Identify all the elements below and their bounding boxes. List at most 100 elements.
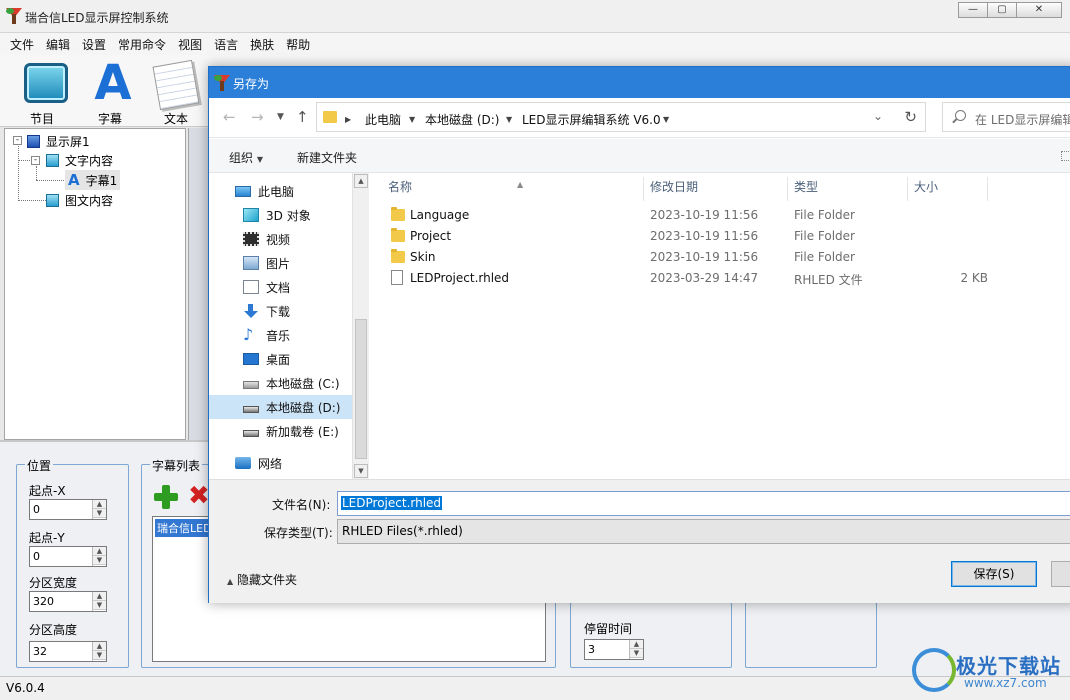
menu-language[interactable]: 语言 [208, 36, 244, 53]
chevron-down-icon[interactable]: ▼ [663, 111, 669, 125]
version-text: V6.0.4 [6, 681, 45, 695]
nav-item-videos[interactable]: 视频 [209, 227, 369, 251]
file-row[interactable]: Language 2023-10-19 11:56 File Folder [374, 205, 1070, 226]
dialog-title-bar: 另存为 [209, 67, 1070, 98]
height-stepper[interactable]: 32 ▲ ▼ [29, 641, 107, 662]
cancel-button[interactable] [1051, 561, 1070, 587]
scroll-thumb[interactable] [355, 319, 367, 459]
menu-settings[interactable]: 设置 [76, 36, 112, 53]
recent-dropdown-icon[interactable]: ▼ [277, 112, 284, 122]
spin-down-icon[interactable]: ▼ [93, 509, 106, 518]
nav-item-desktop[interactable]: 桌面 [209, 347, 369, 371]
back-arrow-icon[interactable]: ← [223, 108, 236, 126]
menu-bar: 文件 编辑 设置 常用命令 视图 语言 换肤 帮助 [0, 33, 1070, 55]
collapse-toggle[interactable]: - [31, 156, 40, 165]
menu-file[interactable]: 文件 [4, 36, 40, 53]
sort-up-icon: ▲ [517, 180, 524, 189]
nav-item-drive-d[interactable]: 本地磁盘 (D:) [209, 395, 369, 419]
nav-item-documents[interactable]: 文档 [209, 275, 369, 299]
save-button[interactable]: 保存(S) [951, 561, 1037, 587]
hide-folders-toggle[interactable]: ▲ 隐藏文件夹 [227, 571, 297, 588]
column-type[interactable]: 类型 [788, 177, 908, 201]
scroll-up-icon[interactable]: ▲ [354, 174, 368, 188]
tree-item-subtitle[interactable]: A 字幕1 [65, 170, 121, 190]
spin-down-icon[interactable]: ▼ [630, 649, 643, 658]
breadcrumb-this-pc[interactable]: 此电脑 [365, 111, 401, 128]
forward-arrow-icon[interactable]: → [251, 108, 264, 126]
column-size[interactable]: 大小 [908, 177, 988, 201]
spin-up-icon[interactable]: ▲ [93, 547, 106, 556]
nav-item-downloads[interactable]: 下载 [209, 299, 369, 323]
file-list: 名称 ▲ 修改日期 类型 大小 Language 2023-10-19 11:5… [374, 173, 1070, 479]
spin-up-icon[interactable]: ▲ [93, 642, 106, 651]
maximize-button[interactable]: ▢ [987, 2, 1017, 18]
filename-input[interactable]: LEDProject.rhled [337, 491, 1070, 516]
spin-up-icon[interactable]: ▲ [630, 640, 643, 649]
text-button[interactable]: 文本 [144, 57, 208, 126]
nav-item-this-pc[interactable]: 此电脑 [209, 179, 369, 203]
folder-icon [391, 249, 405, 263]
add-icon[interactable] [154, 485, 178, 509]
nav-item-drive-c[interactable]: 本地磁盘 (C:) [209, 371, 369, 395]
nav-item-drive-e[interactable]: 新加载卷 (E:) [209, 419, 369, 443]
width-stepper[interactable]: 320 ▲ ▼ [29, 591, 107, 612]
search-input[interactable]: 在 LED显示屏编辑 [942, 102, 1070, 132]
menu-edit[interactable]: 编辑 [40, 36, 76, 53]
menu-view[interactable]: 视图 [172, 36, 208, 53]
file-size: 2 KB [960, 271, 988, 285]
spin-up-icon[interactable]: ▲ [93, 500, 106, 509]
address-bar[interactable]: ▶ 此电脑 ▼ 本地磁盘 (D:) ▼ LED显示屏编辑系统 V6.0 ▼ ⌄ … [316, 102, 926, 132]
breadcrumb-folder[interactable]: LED显示屏编辑系统 V6.0 [522, 111, 661, 128]
nav-item-pictures[interactable]: 图片 [209, 251, 369, 275]
breadcrumb-drive-d[interactable]: 本地磁盘 (D:) [425, 111, 499, 128]
scroll-down-icon[interactable]: ▼ [354, 464, 368, 478]
video-icon [243, 232, 259, 246]
minimize-button[interactable]: — [958, 2, 988, 18]
new-folder-button[interactable]: 新建文件夹 [297, 149, 357, 166]
collapse-toggle[interactable]: - [13, 136, 22, 145]
refresh-icon[interactable]: ↻ [904, 108, 917, 126]
organize-button[interactable]: 组织 ▼ [229, 149, 263, 166]
nav-scrollbar[interactable]: ▲ ▼ [352, 173, 369, 479]
menu-help[interactable]: 帮助 [280, 36, 316, 53]
chevron-down-icon[interactable]: ▼ [409, 111, 415, 125]
spin-down-icon[interactable]: ▼ [93, 601, 106, 610]
nav-item-3d-objects[interactable]: 3D 对象 [209, 203, 369, 227]
column-name[interactable]: 名称 ▲ [382, 177, 644, 201]
start-x-stepper[interactable]: 0 ▲ ▼ [29, 499, 107, 520]
menu-common-commands[interactable]: 常用命令 [112, 36, 172, 53]
filetype-select[interactable]: RHLED Files(*.rhled) [337, 519, 1070, 544]
list-item[interactable]: 瑞合信LED [155, 519, 214, 537]
subtitle-list-title: 字幕列表 [150, 457, 203, 474]
view-options-icon[interactable] [1061, 151, 1070, 161]
tree-item-image-text[interactable]: 图文内容 [46, 190, 113, 210]
spin-up-icon[interactable]: ▲ [93, 592, 106, 601]
organize-label: 组织 [229, 151, 254, 165]
start-y-stepper[interactable]: 0 ▲ ▼ [29, 546, 107, 567]
close-button[interactable]: ✕ [1016, 2, 1062, 18]
chevron-down-icon[interactable]: ▶ [345, 111, 351, 125]
column-date[interactable]: 修改日期 [644, 177, 788, 201]
up-arrow-icon[interactable]: ↑ [296, 108, 309, 126]
program-button[interactable]: 节目 [10, 57, 74, 126]
stay-time-stepper[interactable]: 3 ▲ ▼ [584, 639, 644, 660]
program-label: 节目 [29, 112, 54, 126]
spin-down-icon[interactable]: ▼ [93, 556, 106, 565]
tree-item-screen[interactable]: 显示屏1 [27, 131, 90, 151]
file-row[interactable]: Skin 2023-10-19 11:56 File Folder [374, 247, 1070, 268]
file-date: 2023-10-19 11:56 [650, 229, 759, 243]
delete-icon[interactable]: ✖ [188, 483, 210, 509]
this-pc-icon [235, 185, 251, 197]
file-name: Skin [410, 250, 436, 264]
nav-item-music[interactable]: ♪ 音乐 [209, 323, 369, 347]
chevron-down-icon[interactable]: ▼ [506, 111, 512, 125]
subtitle-button[interactable]: A 字幕 [78, 57, 142, 126]
start-y-value: 0 [33, 550, 40, 563]
menu-skin[interactable]: 换肤 [244, 36, 280, 53]
tree-item-text-content[interactable]: 文字内容 [46, 150, 113, 170]
spin-down-icon[interactable]: ▼ [93, 651, 106, 660]
nav-item-network[interactable]: 网络 [209, 451, 369, 475]
file-row[interactable]: Project 2023-10-19 11:56 File Folder [374, 226, 1070, 247]
address-dropdown-icon[interactable]: ⌄ [873, 109, 883, 123]
file-row[interactable]: LEDProject.rhled 2023-03-29 14:47 RHLED … [374, 268, 1070, 289]
